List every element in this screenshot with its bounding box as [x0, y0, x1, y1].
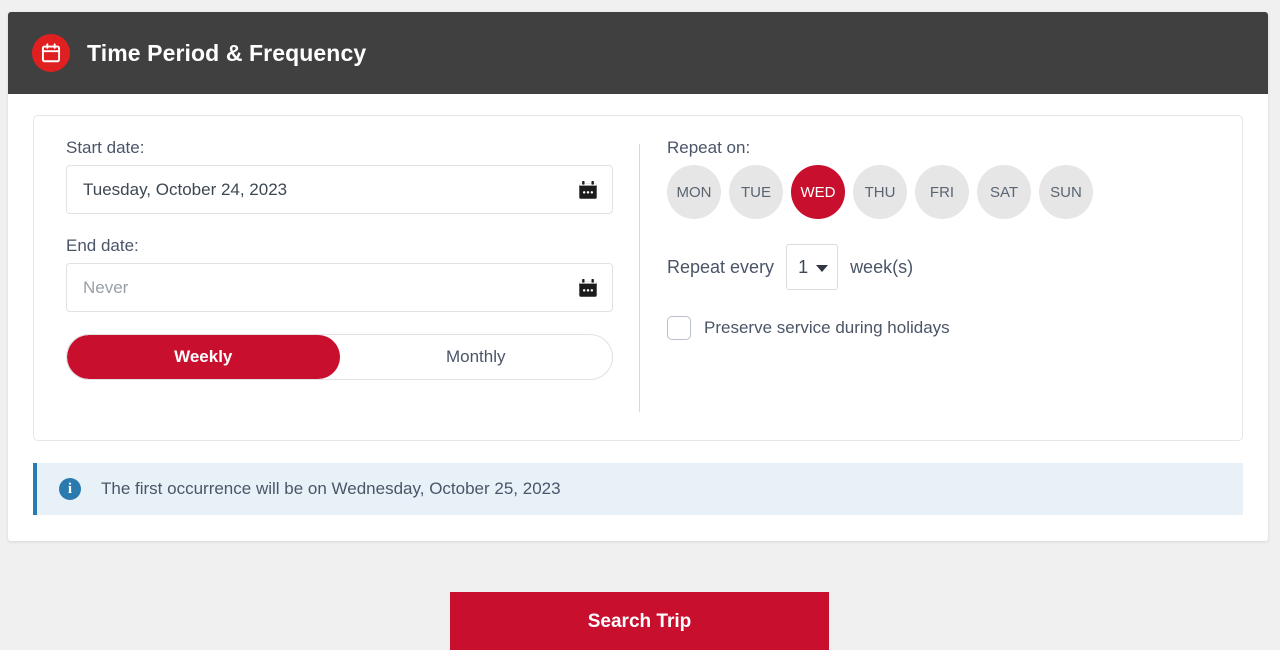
repeat-interval-value: 1 [798, 257, 808, 278]
day-toggle-tue[interactable]: TUE [729, 165, 783, 219]
day-toggle-wed[interactable]: WED [791, 165, 845, 219]
left-column: Start date: Tuesday, October 24, 2023 [34, 138, 639, 416]
repeat-every-row: Repeat every 1 week(s) [667, 244, 1212, 290]
page-title: Time Period & Frequency [87, 40, 366, 67]
end-date-value: Never [83, 278, 128, 298]
end-date-input[interactable]: Never [66, 263, 613, 312]
toggle-option-weekly[interactable]: Weekly [67, 335, 340, 379]
preserve-holidays-row[interactable]: Preserve service during holidays [667, 316, 1212, 340]
start-date-calendar-icon[interactable] [576, 178, 600, 202]
day-toggle-sat[interactable]: SAT [977, 165, 1031, 219]
toggle-option-monthly[interactable]: Monthly [340, 335, 613, 379]
info-icon: i [59, 478, 81, 500]
end-date-label: End date: [66, 236, 613, 256]
preserve-holidays-checkbox[interactable] [667, 316, 691, 340]
start-date-value: Tuesday, October 24, 2023 [83, 180, 287, 200]
chevron-down-icon [816, 265, 828, 272]
right-column: Repeat on: MON TUE WED THU FRI SAT SUN R… [640, 138, 1242, 416]
search-trip-button[interactable]: Search Trip [450, 592, 829, 650]
day-toggle-thu[interactable]: THU [853, 165, 907, 219]
start-date-label: Start date: [66, 138, 613, 158]
day-toggle-fri[interactable]: FRI [915, 165, 969, 219]
repeat-interval-select[interactable]: 1 [786, 244, 838, 290]
start-date-input[interactable]: Tuesday, October 24, 2023 [66, 165, 613, 214]
repeat-every-prefix: Repeat every [667, 257, 774, 278]
day-toggle-sun[interactable]: SUN [1039, 165, 1093, 219]
page-root: Time Period & Frequency Start date: Tues… [0, 0, 1280, 650]
calendar-icon [32, 34, 70, 72]
settings-panel: Start date: Tuesday, October 24, 2023 [33, 115, 1243, 441]
first-occurrence-banner: i The first occurrence will be on Wednes… [33, 463, 1243, 515]
time-period-card: Time Period & Frequency Start date: Tues… [8, 12, 1268, 541]
card-header: Time Period & Frequency [8, 12, 1268, 94]
repeat-on-label: Repeat on: [667, 138, 1212, 158]
first-occurrence-text: The first occurrence will be on Wednesda… [101, 479, 561, 499]
frequency-toggle: Weekly Monthly [66, 334, 613, 380]
preserve-holidays-label: Preserve service during holidays [704, 318, 950, 338]
day-toggle-mon[interactable]: MON [667, 165, 721, 219]
repeat-every-suffix: week(s) [850, 257, 913, 278]
repeat-on-days: MON TUE WED THU FRI SAT SUN [667, 165, 1212, 219]
end-date-calendar-icon[interactable] [576, 276, 600, 300]
